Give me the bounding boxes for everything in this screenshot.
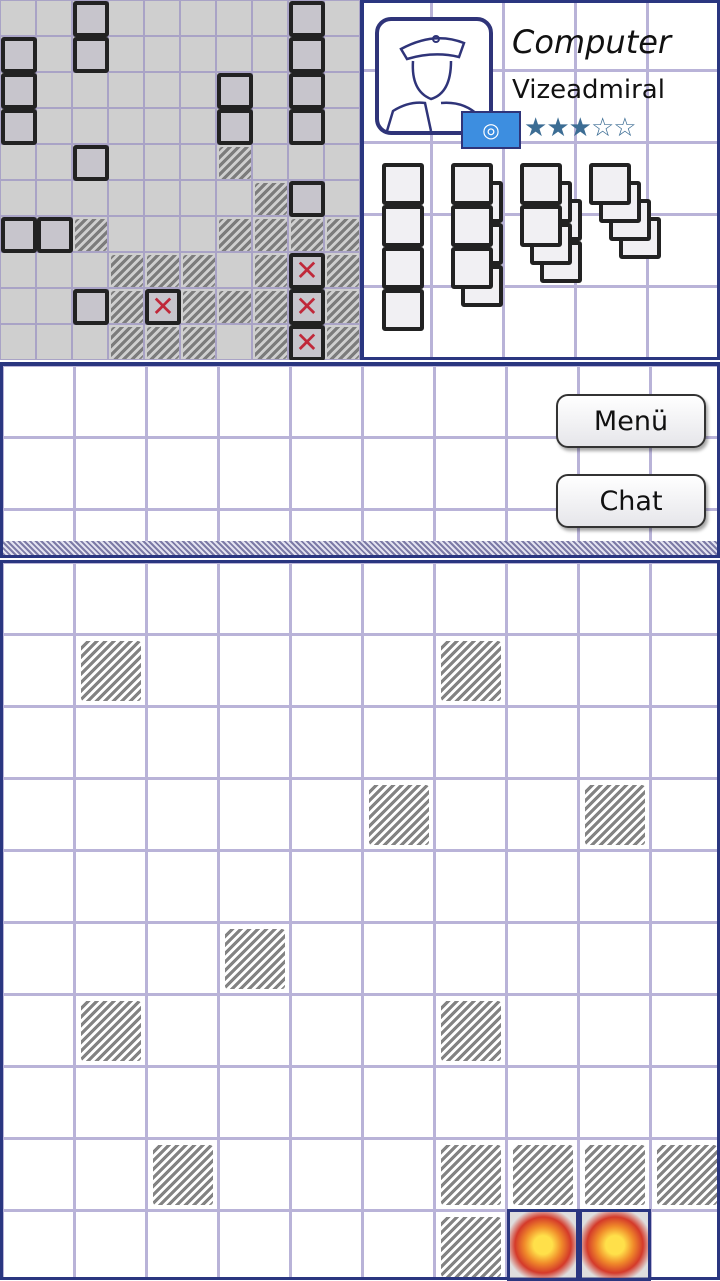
ship-segment	[289, 109, 325, 145]
menu-button[interactable]: Menü	[556, 394, 706, 448]
star-icon: ☆	[613, 113, 636, 143]
miss-mark	[327, 219, 359, 251]
fleet-ship-segment	[520, 205, 562, 247]
ship-segment	[37, 217, 73, 253]
hit-x-icon: ✕	[295, 254, 319, 287]
player-name: Computer	[512, 23, 672, 61]
miss-mark	[75, 219, 107, 251]
ship-segment	[289, 181, 325, 217]
miss-mark	[111, 291, 143, 323]
ship-segment	[289, 1, 325, 37]
miss-mark	[441, 641, 501, 701]
ship-segment	[73, 37, 109, 73]
ship-segment	[217, 109, 253, 145]
miss-mark	[255, 219, 287, 251]
miss-mark	[369, 785, 429, 845]
miss-mark	[183, 255, 215, 287]
ship-segment	[1, 217, 37, 253]
miss-mark	[111, 255, 143, 287]
un-flag-icon: ◎	[461, 111, 521, 149]
hit-x-icon: ✕	[295, 290, 319, 323]
own-board: ✕ ✕ ✕ ✕	[0, 0, 360, 360]
ship-segment	[73, 289, 109, 325]
fleet-ship-segment	[451, 163, 493, 205]
fleet-ship-segment	[382, 163, 424, 205]
miss-mark	[255, 327, 287, 359]
miss-mark	[441, 1217, 501, 1277]
miss-mark	[441, 1145, 501, 1205]
miss-mark	[183, 291, 215, 323]
hit-x-icon: ✕	[295, 326, 319, 359]
miss-mark	[81, 641, 141, 701]
miss-mark	[441, 1001, 501, 1061]
miss-mark	[585, 785, 645, 845]
fleet-ship-segment	[520, 163, 562, 205]
fleet-ship-segment	[382, 205, 424, 247]
star-icon: ★	[524, 113, 547, 143]
star-icon: ★	[546, 113, 569, 143]
miss-mark	[327, 327, 359, 359]
miss-mark	[147, 327, 179, 359]
ship-segment	[289, 37, 325, 73]
miss-mark	[255, 183, 287, 215]
miss-mark	[255, 291, 287, 323]
ship-segment	[1, 109, 37, 145]
miss-mark	[327, 291, 359, 323]
miss-mark	[585, 1145, 645, 1205]
miss-mark	[291, 219, 323, 251]
miss-mark	[327, 255, 359, 287]
ship-segment	[1, 73, 37, 109]
miss-mark	[219, 147, 251, 179]
ship-segment	[289, 73, 325, 109]
rank-stars: ★★★☆☆	[524, 113, 637, 143]
explosion-hit-icon	[507, 1209, 579, 1281]
fleet-ship-segment	[589, 163, 631, 205]
enemy-board[interactable]	[0, 560, 720, 1281]
miss-mark	[219, 219, 251, 251]
fleet-ship-segment	[382, 247, 424, 289]
miss-mark	[225, 929, 285, 989]
ship-segment	[73, 1, 109, 37]
ship-segment	[1, 37, 37, 73]
star-icon: ☆	[590, 113, 614, 143]
opponent-info-panel: Computer Vizeadmiral ◎ ★★★☆☆	[360, 0, 720, 360]
star-icon: ★	[568, 113, 592, 143]
fleet-ship-segment	[382, 289, 424, 331]
miss-mark	[513, 1145, 573, 1205]
miss-mark	[81, 1001, 141, 1061]
explosion-hit-icon	[579, 1209, 651, 1281]
control-bar: Menü Chat	[0, 362, 720, 558]
miss-mark	[147, 255, 179, 287]
miss-mark	[657, 1145, 717, 1205]
fleet-ship-segment	[451, 205, 493, 247]
miss-mark	[219, 291, 251, 323]
miss-mark	[255, 255, 287, 287]
ship-segment	[73, 145, 109, 181]
fleet-ship-segment	[451, 247, 493, 289]
hit-x-icon: ✕	[151, 290, 175, 323]
miss-mark	[153, 1145, 213, 1205]
ship-segment	[217, 73, 253, 109]
chat-button[interactable]: Chat	[556, 474, 706, 528]
player-rank: Vizeadmiral	[512, 75, 665, 105]
miss-mark	[183, 327, 215, 359]
miss-mark	[111, 327, 143, 359]
